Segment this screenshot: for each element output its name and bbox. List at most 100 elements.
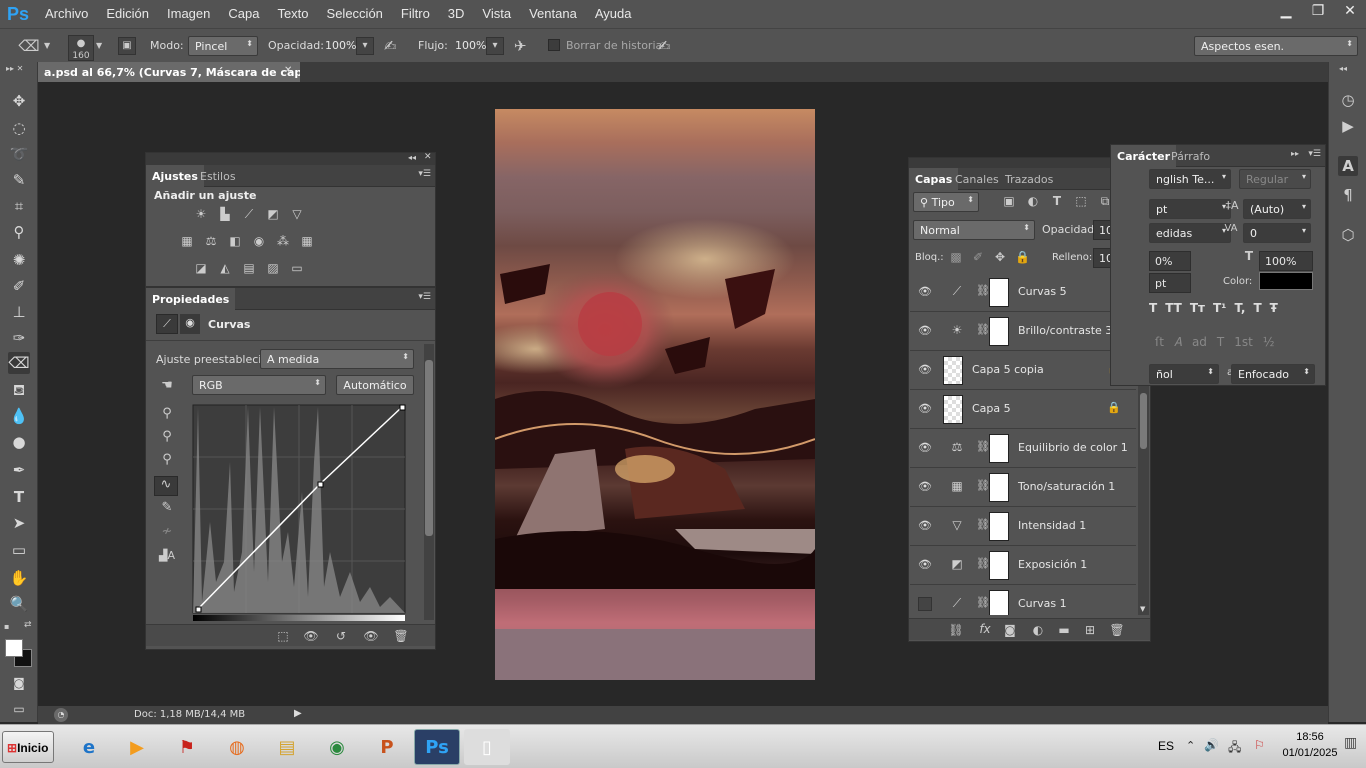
close-tab-icon[interactable]: ✕ [284, 65, 292, 76]
typestyle-button[interactable]: T [1149, 301, 1157, 321]
layer-row[interactable]: 👁 ▽ ⛓ Intensidad 1 [910, 507, 1136, 546]
typestyle-button[interactable]: TT [1165, 301, 1182, 321]
network-icon[interactable]: 🖧 [1228, 738, 1241, 759]
curves-graph[interactable] [190, 402, 408, 624]
healing-tool-icon[interactable]: ✺ [8, 249, 30, 271]
layer-mask-thumb[interactable] [989, 473, 1009, 502]
collapse-panel-icon[interactable]: ◂◂ [408, 153, 416, 162]
lock-position-icon[interactable]: ✥ [993, 250, 1007, 264]
character-panel-icon[interactable]: A [1338, 156, 1358, 176]
eraser-tool-icon[interactable]: ⌫ [8, 352, 30, 374]
photoshop-taskbar-icon[interactable]: Ps [414, 729, 460, 765]
foreground-color-swatch[interactable] [5, 639, 23, 657]
tab-canales[interactable]: Canales [949, 168, 1005, 190]
hue-icon[interactable]: ▦ [178, 234, 196, 248]
exposure-icon[interactable]: ◩ [264, 207, 282, 221]
selective-color-icon[interactable]: ▨ [264, 261, 282, 275]
layer-mask-thumb[interactable] [989, 278, 1009, 307]
flow-dropdown-icon[interactable]: ▾ [486, 37, 504, 55]
brightness-icon[interactable]: ☀ [192, 207, 210, 221]
eraser-tool-icon[interactable]: ⌫ [18, 37, 40, 57]
flow-input[interactable]: 100% [450, 36, 486, 56]
airbrush-icon[interactable]: ✈ [514, 37, 527, 55]
baseline-input[interactable]: pt [1149, 273, 1191, 293]
menu-archivo[interactable]: Archivo [36, 0, 97, 28]
status-menu-arrow-icon[interactable]: ▶ [294, 708, 302, 719]
fx-icon[interactable]: fx [975, 622, 995, 636]
leading-input[interactable]: (Auto) ▾ [1243, 199, 1311, 219]
ie-icon[interactable]: e [66, 729, 112, 765]
black-point-eyedropper-icon[interactable]: ⚲ [156, 406, 178, 421]
vibrance-icon[interactable]: ▽ [288, 207, 306, 221]
brush-preset-picker[interactable]: ● 160 [68, 35, 94, 61]
filter-type-icon[interactable]: T [1049, 194, 1065, 208]
brush-tool-icon[interactable]: ✐ [8, 275, 30, 297]
minimize-icon[interactable]: ▁ [1270, 0, 1302, 24]
show-hidden-icons[interactable]: ⌃ [1186, 739, 1195, 752]
clipping-warning-icon[interactable]: ▟A [154, 549, 180, 562]
layer-mask-thumb[interactable] [989, 590, 1009, 615]
menu-ventana[interactable]: Ventana [520, 0, 586, 28]
action-center-icon[interactable]: ⚐ [1254, 738, 1265, 752]
pressure-opacity-icon[interactable]: ✍ [384, 37, 397, 55]
expand-panel-icon[interactable]: ▸▸ [1291, 149, 1299, 158]
close-icon[interactable]: ✕ [1334, 0, 1366, 24]
zoom-tool-icon[interactable]: 🔍 [8, 593, 30, 615]
typestyle-button[interactable]: Ŧ [1270, 301, 1278, 321]
crop-tool-icon[interactable]: ⌗ [8, 195, 30, 217]
typestyle-button[interactable]: Tт [1190, 301, 1205, 321]
move-tool-icon[interactable]: ✥ [8, 90, 30, 112]
kerning-select[interactable]: edidas ▾ [1149, 223, 1231, 243]
threshold-icon[interactable]: ▤ [240, 261, 258, 275]
pressure-size-icon[interactable]: ✍ [658, 37, 671, 55]
quick-mask-icon[interactable]: ◙ [8, 672, 30, 694]
pen-tool-icon[interactable]: ✒ [8, 459, 30, 481]
opentype-button[interactable]: 𝐴 [1174, 335, 1182, 355]
menu-filtro[interactable]: Filtro [392, 0, 439, 28]
panel-menu-icon[interactable]: ▾☰ [1308, 149, 1321, 159]
text-color-swatch[interactable] [1259, 272, 1313, 290]
link-layers-icon[interactable]: ⛓ [947, 623, 965, 637]
eye-icon[interactable]: 👁 [918, 324, 932, 338]
blur-tool-icon[interactable]: 💧 [8, 405, 30, 427]
3d-panel-icon[interactable]: ⬡ [1338, 225, 1358, 245]
layer-mask-thumb[interactable] [989, 512, 1009, 541]
layer-mask-thumb[interactable] [989, 317, 1009, 346]
eye-icon[interactable]: 👁 [918, 441, 932, 455]
typestyle-button[interactable]: T¹ [1213, 301, 1226, 321]
properties-scrollbar[interactable] [424, 344, 434, 620]
panel-menu-icon[interactable]: ▾☰ [418, 292, 431, 302]
default-colors-icon[interactable]: ▪ [4, 622, 12, 631]
channel-mixer-icon[interactable]: ⁂ [274, 234, 292, 248]
chevron-down-icon[interactable]: ▼ [44, 41, 50, 50]
curves-icon[interactable]: ⟋ [240, 207, 258, 222]
eye-icon[interactable]: 👁 [918, 363, 932, 377]
new-group-icon[interactable]: ▬ [1055, 623, 1073, 637]
layer-row[interactable]: 👁 Capa 5 🔒 [910, 390, 1136, 429]
history-panel-icon[interactable]: ◷ [1338, 90, 1358, 110]
smooth-curve-icon[interactable]: ≁ [156, 524, 178, 539]
typestyle-button[interactable]: T, [1234, 301, 1245, 321]
panel-menu-icon[interactable]: ▾☰ [418, 169, 431, 179]
new-adjustment-icon[interactable]: ◐ [1029, 623, 1047, 637]
document-canvas[interactable] [465, 109, 816, 680]
marquee-tool-icon[interactable]: ◌ [8, 117, 30, 139]
layer-row[interactable]: 👁 Capa 5 copia 🔒 [910, 351, 1136, 390]
start-button[interactable]: ⊞Inicio [2, 731, 54, 763]
actions-panel-icon[interactable]: ▶ [1338, 116, 1358, 136]
font-style-select[interactable]: Regular ▾ [1239, 169, 1311, 189]
gray-point-eyedropper-icon[interactable]: ⚲ [156, 429, 178, 444]
status-info-icon[interactable]: ◔ [54, 708, 68, 722]
mode-select[interactable]: Pincel ⬍ [188, 36, 258, 56]
layer-row[interactable]: 👁 ☀ ⛓ Brillo/contraste 3 [910, 312, 1136, 351]
color-lookup-icon[interactable]: ▦ [298, 234, 316, 248]
opentype-button[interactable]: 1st [1234, 335, 1253, 355]
auto-button[interactable]: Automático [336, 375, 414, 395]
close-panel-icon[interactable]: ✕ [424, 152, 432, 162]
clock-date[interactable]: 01/01/2025 [1280, 747, 1340, 759]
photo-filter-icon[interactable]: ◉ [250, 234, 268, 248]
lock-pixels-icon[interactable]: ✐ [971, 250, 985, 264]
layer-row[interactable]: 👁 ▦ ⛓ Tono/saturación 1 [910, 468, 1136, 507]
layer-row[interactable]: 👁 ◩ ⛓ Exposición 1 [910, 546, 1136, 585]
preset-select[interactable]: A medida ⬍ [260, 349, 414, 369]
